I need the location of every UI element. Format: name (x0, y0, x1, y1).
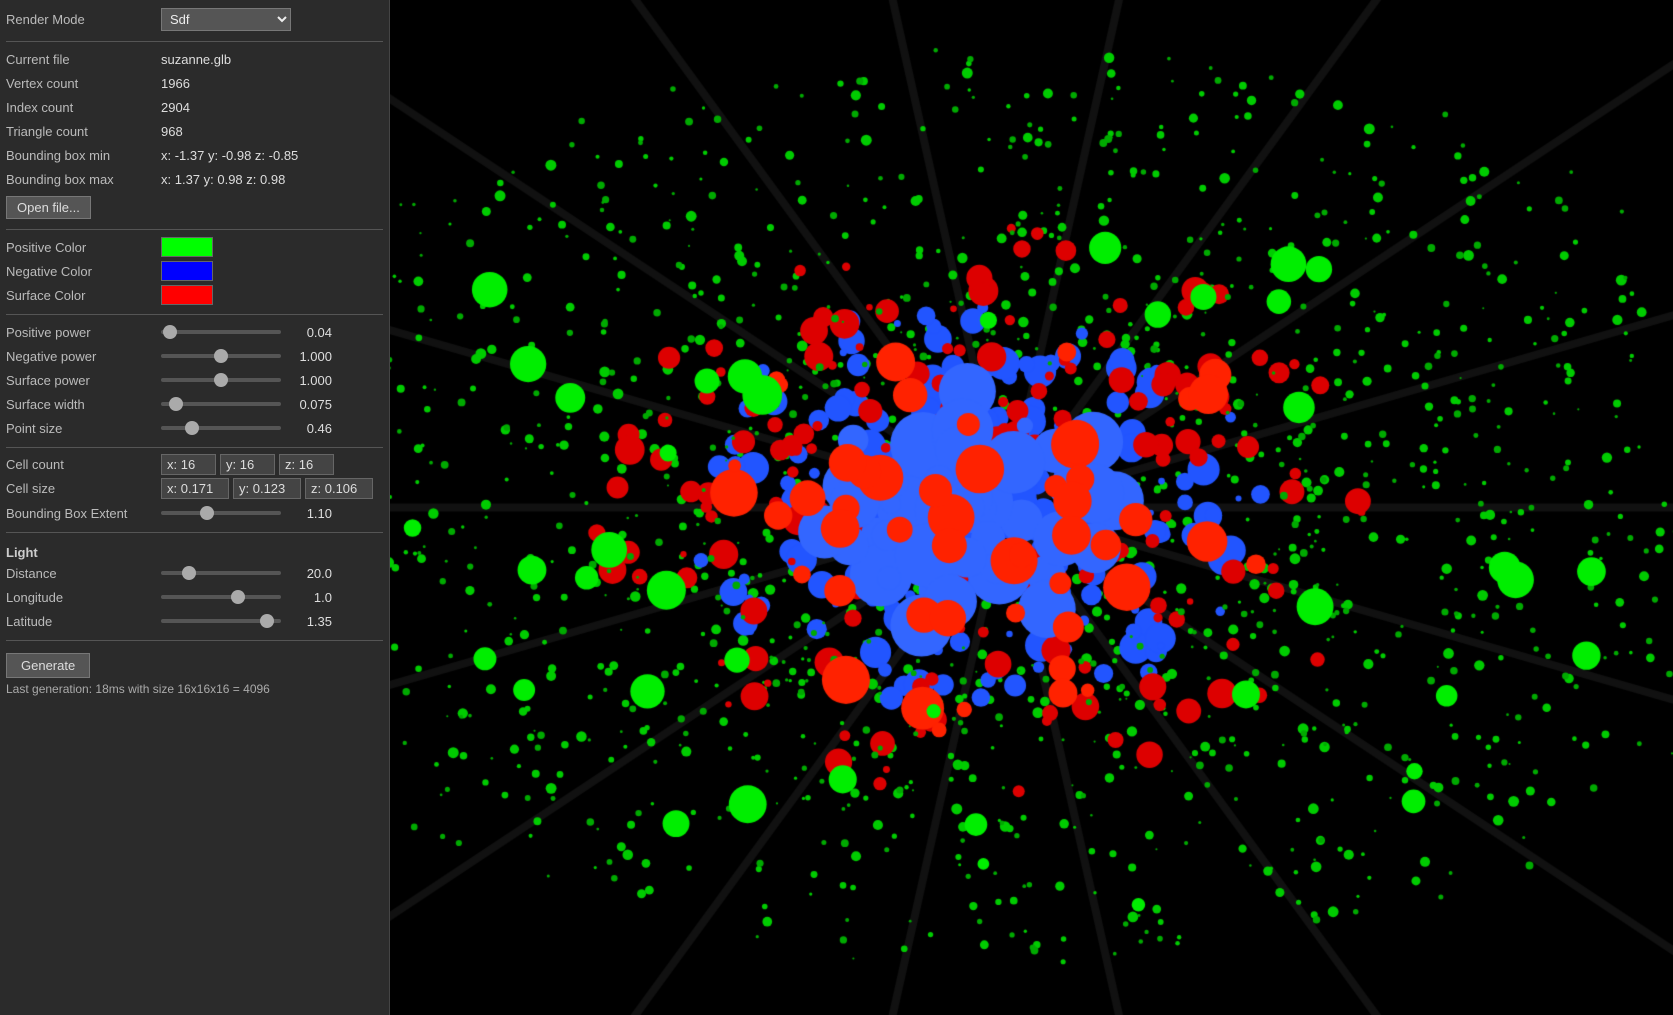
cell-count-z[interactable] (279, 454, 334, 475)
current-file-label: Current file (6, 52, 161, 67)
bounding-box-extent-row: Bounding Box Extent 1.10 (6, 502, 383, 524)
triangle-count-label: Triangle count (6, 124, 161, 139)
bbox-min-value: x: -1.37 y: -0.98 z: -0.85 (161, 148, 298, 163)
surface-width-label: Surface width (6, 397, 161, 412)
cell-count-inputs (161, 454, 334, 475)
vertex-count-row: Vertex count 1966 (6, 72, 383, 94)
light-distance-slider-container: 20.0 (161, 566, 332, 581)
light-longitude-row: Longitude 1.0 (6, 586, 383, 608)
surface-color-label: Surface Color (6, 288, 161, 303)
light-latitude-slider-container: 1.35 (161, 614, 332, 629)
positive-color-row: Positive Color (6, 236, 383, 258)
surface-power-value: 1.000 (287, 373, 332, 388)
point-size-value: 0.46 (287, 421, 332, 436)
positive-power-label: Positive power (6, 325, 161, 340)
light-longitude-slider[interactable] (161, 595, 281, 599)
surface-width-slider-container: 0.075 (161, 397, 332, 412)
cell-size-x[interactable] (161, 478, 229, 499)
cell-count-label: Cell count (6, 457, 161, 472)
vertex-count-value: 1966 (161, 76, 190, 91)
surface-width-slider[interactable] (161, 402, 281, 406)
bbox-max-value: x: 1.37 y: 0.98 z: 0.98 (161, 172, 285, 187)
light-longitude-label: Longitude (6, 590, 161, 605)
triangle-count-row: Triangle count 968 (6, 120, 383, 142)
light-longitude-slider-container: 1.0 (161, 590, 332, 605)
light-distance-value: 20.0 (287, 566, 332, 581)
index-count-label: Index count (6, 100, 161, 115)
viewport (390, 0, 1673, 1015)
negative-power-label: Negative power (6, 349, 161, 364)
positive-color-label: Positive Color (6, 240, 161, 255)
index-count-value: 2904 (161, 100, 190, 115)
surface-power-label: Surface power (6, 373, 161, 388)
point-size-slider-container: 0.46 (161, 421, 332, 436)
surface-color-row: Surface Color (6, 284, 383, 306)
visualization-canvas[interactable] (390, 0, 1673, 1015)
surface-color-swatch[interactable] (161, 285, 213, 305)
light-latitude-slider[interactable] (161, 619, 281, 623)
cell-size-inputs (161, 478, 373, 499)
light-section-label: Light (6, 545, 383, 560)
render-mode-label: Render Mode (6, 12, 161, 27)
cell-size-label: Cell size (6, 481, 161, 496)
bounding-box-extent-value: 1.10 (287, 506, 332, 521)
negative-color-label: Negative Color (6, 264, 161, 279)
cell-count-row: Cell count (6, 454, 383, 475)
point-size-row: Point size 0.46 (6, 417, 383, 439)
bounding-box-extent-slider-container: 1.10 (161, 506, 332, 521)
cell-size-row: Cell size (6, 478, 383, 499)
light-distance-slider[interactable] (161, 571, 281, 575)
negative-power-slider[interactable] (161, 354, 281, 358)
triangle-count-value: 968 (161, 124, 183, 139)
negative-power-slider-container: 1.000 (161, 349, 332, 364)
bounding-box-extent-label: Bounding Box Extent (6, 506, 161, 521)
vertex-count-label: Vertex count (6, 76, 161, 91)
positive-power-row: Positive power 0.04 (6, 321, 383, 343)
positive-power-slider-container: 0.04 (161, 325, 332, 340)
light-distance-row: Distance 20.0 (6, 562, 383, 584)
surface-width-value: 0.075 (287, 397, 332, 412)
light-latitude-label: Latitude (6, 614, 161, 629)
cell-size-z[interactable] (305, 478, 373, 499)
negative-power-value: 1.000 (287, 349, 332, 364)
render-mode-row: Render Mode Sdf Normal Depth Color (6, 8, 383, 31)
negative-power-row: Negative power 1.000 (6, 345, 383, 367)
generate-button[interactable]: Generate (6, 653, 90, 678)
surface-power-slider-container: 1.000 (161, 373, 332, 388)
render-mode-select[interactable]: Sdf Normal Depth Color (161, 8, 291, 31)
point-size-slider[interactable] (161, 426, 281, 430)
surface-power-row: Surface power 1.000 (6, 369, 383, 391)
positive-color-swatch[interactable] (161, 237, 213, 257)
cell-count-y[interactable] (220, 454, 275, 475)
surface-power-slider[interactable] (161, 378, 281, 382)
bounding-box-extent-slider[interactable] (161, 511, 281, 515)
light-latitude-value: 1.35 (287, 614, 332, 629)
index-count-row: Index count 2904 (6, 96, 383, 118)
light-distance-label: Distance (6, 566, 161, 581)
point-size-label: Point size (6, 421, 161, 436)
open-file-button[interactable]: Open file... (6, 196, 91, 219)
surface-width-row: Surface width 0.075 (6, 393, 383, 415)
bbox-max-row: Bounding box max x: 1.37 y: 0.98 z: 0.98 (6, 168, 383, 190)
last-generation-text: Last generation: 18ms with size 16x16x16… (6, 682, 383, 696)
cell-size-y[interactable] (233, 478, 301, 499)
light-longitude-value: 1.0 (287, 590, 332, 605)
positive-power-value: 0.04 (287, 325, 332, 340)
cell-count-x[interactable] (161, 454, 216, 475)
sidebar: Render Mode Sdf Normal Depth Color Curre… (0, 0, 390, 1015)
bbox-min-row: Bounding box min x: -1.37 y: -0.98 z: -0… (6, 144, 383, 166)
bbox-min-label: Bounding box min (6, 148, 161, 163)
bbox-max-label: Bounding box max (6, 172, 161, 187)
negative-color-swatch[interactable] (161, 261, 213, 281)
light-latitude-row: Latitude 1.35 (6, 610, 383, 632)
current-file-value: suzanne.glb (161, 52, 231, 67)
negative-color-row: Negative Color (6, 260, 383, 282)
positive-power-slider[interactable] (161, 330, 281, 334)
current-file-row: Current file suzanne.glb (6, 48, 383, 70)
